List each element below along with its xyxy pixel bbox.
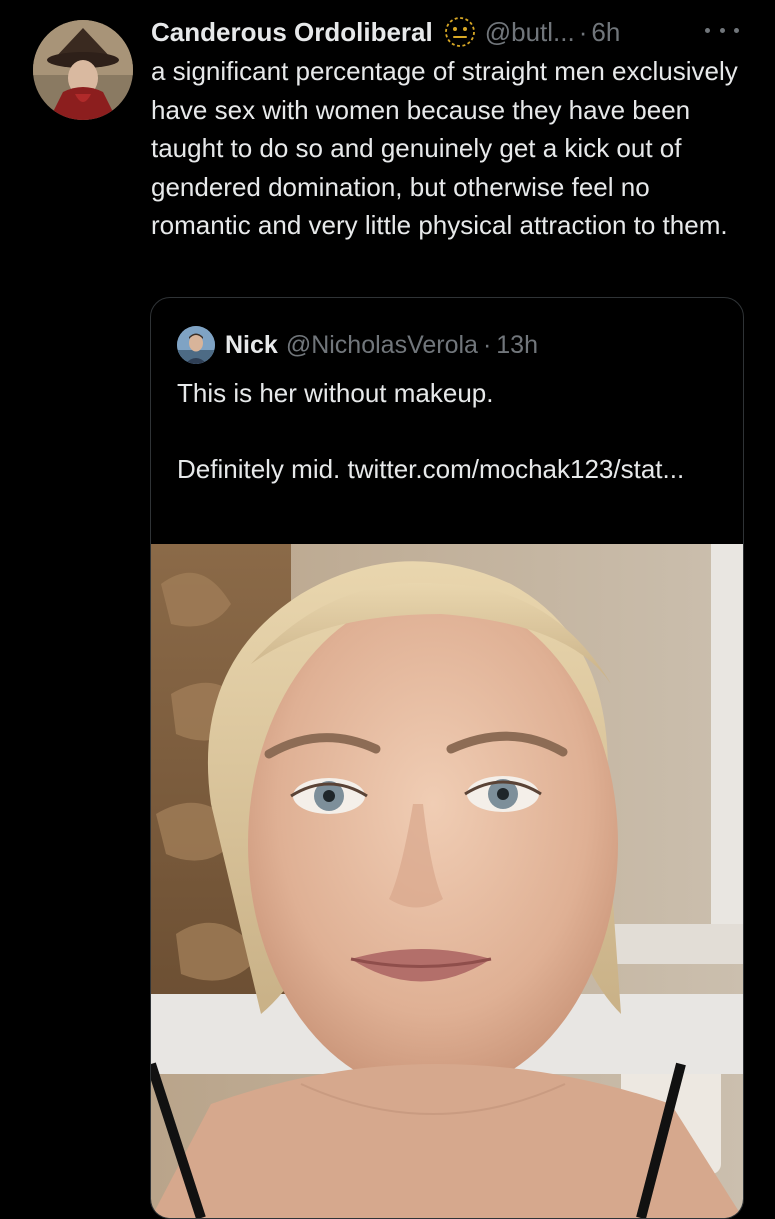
quoted-tweet-timestamp[interactable]: 13h [496,331,538,360]
quoted-text-line: Definitely mid. twitter.com/mochak123/st… [177,454,685,484]
header-separator: · [578,17,588,47]
quoted-header-separator: · [482,330,492,359]
quoted-author-name[interactable]: Nick [225,331,278,360]
more-horizontal-icon[interactable] [705,20,739,40]
quoted-author-avatar[interactable] [177,326,215,364]
tweet-timestamp[interactable]: 6h [591,12,620,52]
neutral-face-emoji-icon [443,15,477,49]
quoted-text-line: This is her without makeup. [177,378,494,408]
author-display-name[interactable]: Canderous Ordoliberal [151,12,433,52]
quoted-tweet-photo[interactable] [151,544,743,1218]
tweet-text: a significant percentage of straight men… [151,56,738,240]
quoted-tweet-text: This is her without makeup. Definitely m… [177,374,722,488]
quoted-author-handle[interactable]: @NicholasVerola [286,331,478,360]
tweet-header: Canderous Ordoliberal @butl... · 6h [151,12,620,52]
author-avatar[interactable] [33,20,133,120]
author-handle[interactable]: @butl... [485,12,575,52]
quoted-tweet-header: Nick @NicholasVerola · 13h [177,325,538,365]
tweet[interactable]: Canderous Ordoliberal @butl... · 6h a si… [0,0,775,1219]
quoted-tweet[interactable]: Nick @NicholasVerola · 13h This is her w… [150,297,744,1219]
